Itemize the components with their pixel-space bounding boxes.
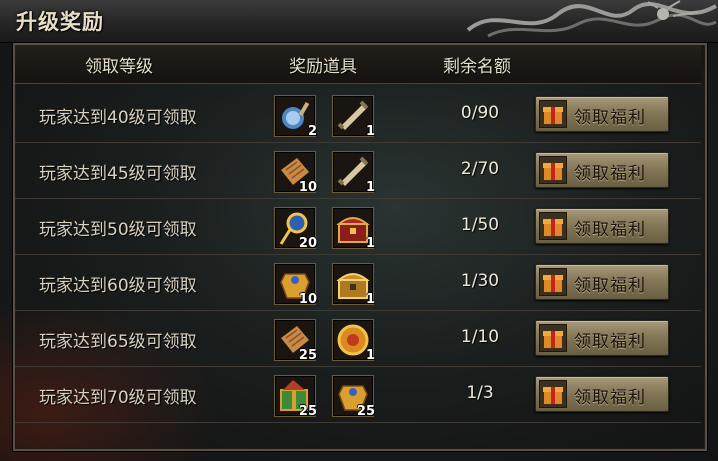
- row-requirement: 玩家达到45级可领取: [39, 164, 197, 184]
- gift-icon: [539, 100, 567, 128]
- dragon-ornament-icon: [466, 0, 718, 38]
- item-quantity: 20: [298, 236, 317, 251]
- item-quantity: 1: [365, 180, 375, 195]
- claim-button-label: 领取福利: [574, 388, 646, 408]
- item-quantity: 25: [298, 404, 317, 419]
- item-quantity: 1: [365, 348, 375, 363]
- remaining-count: 1/3: [466, 383, 494, 403]
- reward-row: 玩家达到70级可领取 25 25 1/3 领取福利: [15, 366, 701, 423]
- item-quantity: 2: [307, 124, 317, 139]
- remaining-count: 0/90: [460, 103, 500, 123]
- reward-row: 玩家达到40级可领取 2 1 0/90 领取福利: [15, 86, 701, 143]
- panel-title: 升级奖励: [16, 10, 104, 34]
- item-quantity: 1: [365, 124, 375, 139]
- title-bar: 升级奖励: [0, 0, 718, 43]
- claim-button-label: 领取福利: [574, 108, 646, 128]
- header-items: 奖励道具: [289, 57, 357, 77]
- parchment-icon[interactable]: 10: [274, 151, 317, 195]
- reward-row: 玩家达到50级可领取 20 1 1/50 领取福利: [15, 198, 701, 255]
- item-quantity: 25: [356, 404, 375, 419]
- claim-reward-button[interactable]: 领取福利: [535, 264, 669, 300]
- header-level: 领取等级: [85, 57, 153, 77]
- claim-reward-button[interactable]: 领取福利: [535, 152, 669, 188]
- staff-orb-icon[interactable]: 20: [274, 207, 317, 251]
- item-quantity: 10: [298, 180, 317, 195]
- item-quantity: 10: [298, 292, 317, 307]
- remaining-count: 1/30: [460, 271, 500, 291]
- claim-button-label: 领取福利: [574, 220, 646, 240]
- claim-reward-button[interactable]: 领取福利: [535, 376, 669, 412]
- gift-icon: [539, 212, 567, 240]
- gift-icon: [539, 156, 567, 184]
- scroll-icon[interactable]: 1: [332, 151, 375, 195]
- red-treasure-chest-icon[interactable]: 1: [332, 207, 375, 251]
- remaining-count: 2/70: [460, 159, 500, 179]
- gift-icon: [539, 380, 567, 408]
- gold-medallion-icon[interactable]: 1: [332, 319, 375, 363]
- row-requirement: 玩家达到40级可领取: [39, 108, 197, 128]
- item-quantity: 25: [298, 348, 317, 363]
- reward-row: 玩家达到65级可领取 25 1 1/10 领取福利: [15, 310, 701, 367]
- claim-button-label: 领取福利: [574, 332, 646, 352]
- upgrade-reward-panel: 升级奖励 领取等级 奖励道具 剩余名额 玩家达到40级可领取 2 1 0/90 …: [0, 0, 718, 461]
- gift-icon: [539, 268, 567, 296]
- claim-button-label: 领取福利: [574, 164, 646, 184]
- gold-armor-icon[interactable]: 10: [274, 263, 317, 307]
- item-quantity: 1: [365, 236, 375, 251]
- reward-row: 玩家达到45级可领取 10 1 2/70 领取福利: [15, 142, 701, 199]
- claim-reward-button[interactable]: 领取福利: [535, 320, 669, 356]
- row-requirement: 玩家达到50级可领取: [39, 220, 197, 240]
- gold-armor-icon[interactable]: 25: [332, 375, 375, 419]
- reward-row: 玩家达到60级可领取 10 1 1/30 领取福利: [15, 254, 701, 311]
- item-quantity: 1: [365, 292, 375, 307]
- gift-icon: [539, 324, 567, 352]
- claim-button-label: 领取福利: [574, 276, 646, 296]
- header-remaining: 剩余名额: [443, 57, 511, 77]
- potion-flask-icon[interactable]: 2: [274, 95, 317, 139]
- gold-treasure-chest-icon[interactable]: 1: [332, 263, 375, 307]
- row-requirement: 玩家达到60级可领取: [39, 276, 197, 296]
- row-requirement: 玩家达到65级可领取: [39, 332, 197, 352]
- row-requirement: 玩家达到70级可领取: [39, 388, 197, 408]
- remaining-count: 1/50: [460, 215, 500, 235]
- parchment-icon[interactable]: 25: [274, 319, 317, 363]
- remaining-count: 1/10: [460, 327, 500, 347]
- claim-reward-button[interactable]: 领取福利: [535, 96, 669, 132]
- scroll-icon[interactable]: 1: [332, 95, 375, 139]
- claim-reward-button[interactable]: 领取福利: [535, 208, 669, 244]
- gift-box-icon[interactable]: 25: [274, 375, 317, 419]
